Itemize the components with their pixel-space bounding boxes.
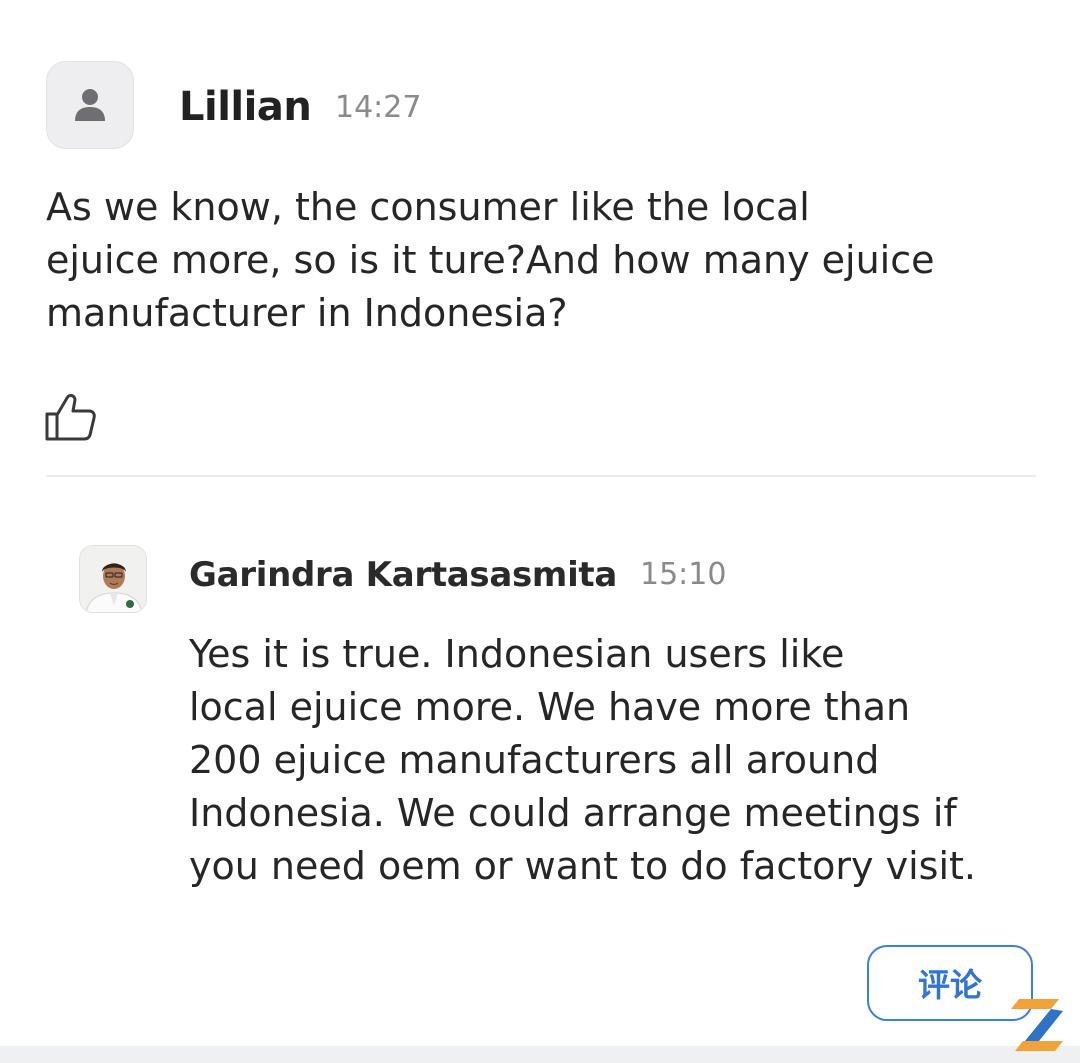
user-icon: [75, 89, 105, 121]
post-timestamp: 14:27: [335, 90, 422, 125]
reply-line: you need oem or want to do factory visit…: [189, 844, 976, 888]
reply-line: 200 ejuice manufacturers all around: [189, 738, 880, 782]
watermark-logo: [1011, 999, 1063, 1051]
question-line: As we know, the consumer like the local: [46, 185, 810, 229]
question-line: manufacturer in Indonesia?: [46, 291, 568, 335]
divider: [46, 475, 1036, 477]
question-line: ejuice more, so is it ture?And how many …: [46, 238, 935, 282]
thumbs-up-icon: [45, 394, 96, 441]
reply-text: Yes it is true. Indonesian users like lo…: [189, 628, 1069, 893]
comment-button-label: 评论: [917, 966, 982, 1004]
question-text: As we know, the consumer like the local …: [46, 181, 1036, 340]
like-button[interactable]: [44, 390, 98, 444]
avatar[interactable]: [46, 61, 134, 149]
reply-line: Yes it is true. Indonesian users like: [189, 632, 845, 676]
reply-avatar[interactable]: [79, 545, 147, 613]
bottom-bar: [0, 1046, 1080, 1063]
reply-author-name[interactable]: Garindra Kartasasmita: [189, 553, 617, 597]
reply-line: Indonesia. We could arrange meetings if: [189, 791, 957, 835]
author-name[interactable]: Lillian: [179, 81, 312, 133]
reply-line: local ejuice more. We have more than: [189, 685, 911, 729]
profile-photo-icon: [80, 546, 146, 612]
reply-timestamp: 15:10: [640, 557, 727, 592]
